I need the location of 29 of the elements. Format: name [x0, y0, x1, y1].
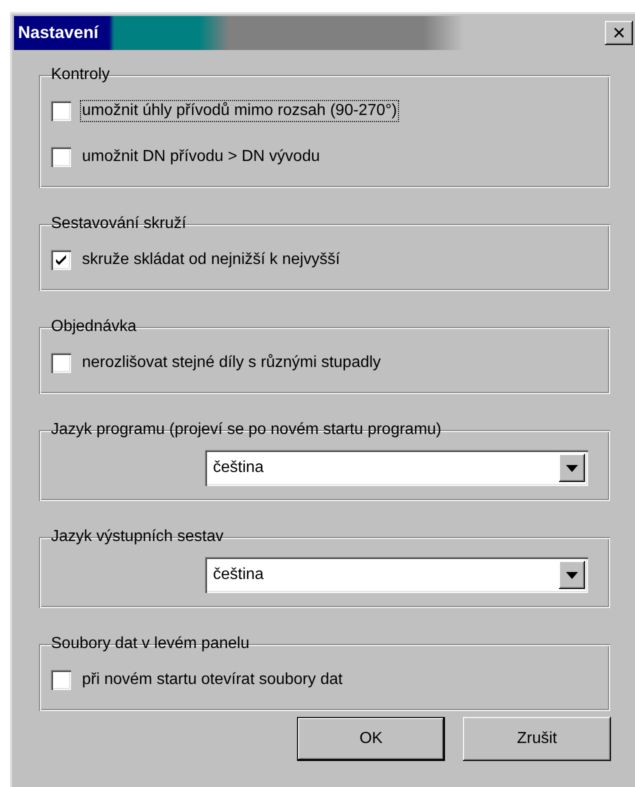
dropdown-value: čeština: [213, 459, 264, 477]
window-title: Nastavení: [18, 23, 98, 43]
language-dropdown[interactable]: čeština: [205, 557, 588, 593]
dropdown-value: čeština: [213, 566, 264, 584]
checkmark-icon: [55, 254, 67, 266]
checkbox-label[interactable]: skruže skládat od nejnižší k nejvyšší: [81, 250, 341, 270]
dropdown-arrow-button[interactable]: [559, 561, 585, 589]
group-title: Sestavování skruží: [50, 215, 188, 233]
close-button[interactable]: ×: [605, 21, 633, 45]
group-title: Kontroly: [50, 66, 111, 84]
checkbox[interactable]: [51, 101, 71, 121]
dialog-button[interactable]: Zrušit: [463, 717, 611, 761]
checkbox[interactable]: [51, 353, 71, 373]
checkbox-label[interactable]: umožnit DN přívodu > DN vývodu: [81, 147, 321, 167]
group-title: Objednávka: [50, 318, 138, 336]
dialog-button[interactable]: OK: [297, 717, 445, 761]
checkbox[interactable]: [51, 147, 71, 167]
dropdown-arrow-button[interactable]: [559, 454, 585, 482]
language-dropdown[interactable]: čeština: [205, 450, 588, 486]
checkbox-label[interactable]: nerozlišovat stejné díly s různými stupadly: [81, 353, 382, 373]
group-title: Jazyk programu (projeví se po novém startu programu): [50, 421, 442, 439]
caret-icon: [566, 464, 578, 472]
caret-icon: [566, 572, 578, 578]
group-title: Soubory dat v levém panelu: [50, 635, 250, 653]
checkbox-label[interactable]: umožnit úhly přívodů mimo rozsah (90-270°): [81, 101, 398, 121]
checkbox[interactable]: [51, 670, 71, 690]
checkbox-label[interactable]: při novém startu otevírat soubory dat: [81, 670, 344, 690]
group-title: Jazyk výstupních sestav: [50, 528, 225, 546]
checkbox[interactable]: [51, 250, 71, 270]
